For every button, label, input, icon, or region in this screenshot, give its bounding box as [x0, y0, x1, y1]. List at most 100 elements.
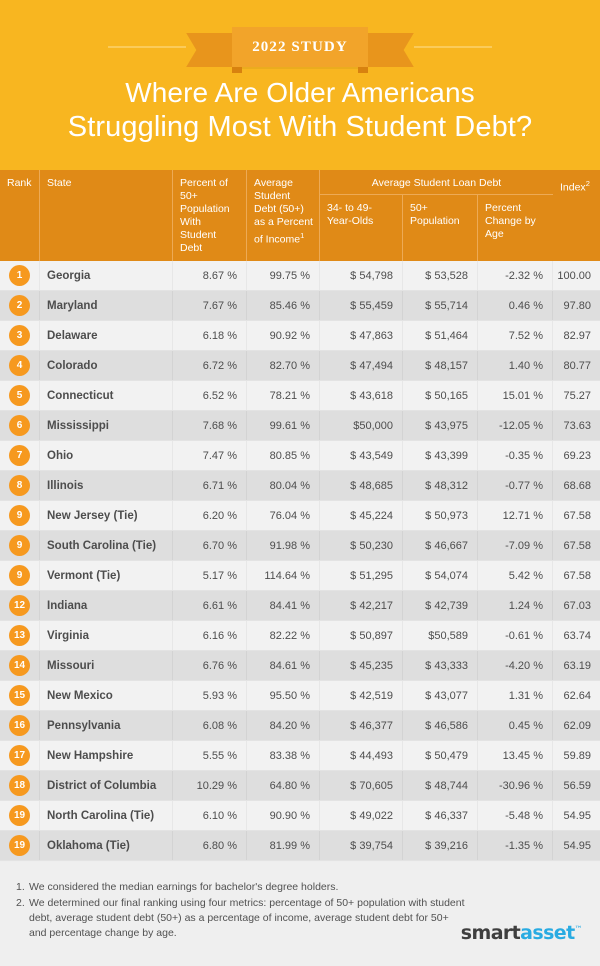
- cell-rank: 4: [0, 351, 40, 380]
- table-row: 9 South Carolina (Tie) 6.70 % 91.98 % $ 50,2…: [0, 531, 600, 561]
- table-row: 18 District of Columbia 10.29 % 64.80 % $ 70…: [0, 771, 600, 801]
- ribbon-label: 2022 STUDY: [232, 27, 368, 73]
- cell-percent-population: 6.71 %: [173, 471, 247, 500]
- cell-state: Indiana: [40, 591, 173, 620]
- column-group-average-student-loan-debt: Average Student Loan Debt 34- to 49-Year…: [320, 170, 553, 261]
- cell-debt-50-plus: $ 48,744: [403, 771, 478, 800]
- cell-state: Delaware: [40, 321, 173, 350]
- cell-percent-change: 1.40 %: [478, 351, 553, 380]
- cell-percent-population: 6.72 %: [173, 351, 247, 380]
- table-row: 4 Colorado 6.72 % 82.70 % $ 47,494 $ 48,157 1.…: [0, 351, 600, 381]
- cell-debt-percent-income: 84.61 %: [247, 651, 320, 680]
- table-row: 17 New Hampshire 5.55 % 83.38 % $ 44,493 $ 50…: [0, 741, 600, 771]
- cell-debt-34-49: $ 55,459: [320, 291, 403, 320]
- cell-rank: 19: [0, 801, 40, 830]
- rank-badge: 19: [9, 835, 30, 856]
- cell-percent-population: 6.61 %: [173, 591, 247, 620]
- rank-badge: 14: [9, 655, 30, 676]
- ribbon-tail-left: [186, 33, 233, 67]
- cell-debt-percent-income: 84.20 %: [247, 711, 320, 740]
- cell-debt-34-49: $ 54,798: [320, 261, 403, 290]
- cell-debt-percent-income: 95.50 %: [247, 681, 320, 710]
- cell-percent-change: -5.48 %: [478, 801, 553, 830]
- cell-debt-34-49: $ 45,224: [320, 501, 403, 530]
- cell-rank: 17: [0, 741, 40, 770]
- footnote-2: 2. We determined our final ranking using…: [16, 896, 466, 941]
- cell-rank: 3: [0, 321, 40, 350]
- cell-percent-population: 6.70 %: [173, 531, 247, 560]
- cell-debt-34-49: $ 43,618: [320, 381, 403, 410]
- cell-debt-34-49: $50,000: [320, 411, 403, 440]
- cell-debt-34-49: $ 42,217: [320, 591, 403, 620]
- cell-debt-34-49: $ 50,897: [320, 621, 403, 650]
- cell-percent-population: 6.76 %: [173, 651, 247, 680]
- smartasset-logo: smartasset™: [461, 922, 583, 944]
- cell-debt-percent-income: 82.70 %: [247, 351, 320, 380]
- column-header-50-plus: 50+ Population: [403, 195, 478, 261]
- cell-debt-34-49: $ 42,519: [320, 681, 403, 710]
- cell-percent-change: 15.01 %: [478, 381, 553, 410]
- cell-index: 54.95: [563, 809, 591, 822]
- cell-percent-change: -0.61 %: [478, 621, 553, 650]
- column-header-percent-population: Percent of 50+ Population With Student D…: [173, 170, 247, 261]
- cell-percent-population: 6.08 %: [173, 711, 247, 740]
- cell-index: 56.59: [563, 779, 591, 792]
- table-row: 5 Connecticut 6.52 % 78.21 % $ 43,618 $ 50,16…: [0, 381, 600, 411]
- cell-debt-percent-income: 91.98 %: [247, 531, 320, 560]
- cell-index: 62.09: [563, 719, 591, 732]
- cell-debt-34-49: $ 50,230: [320, 531, 403, 560]
- footnotes: 1. We considered the median earnings for…: [16, 880, 466, 942]
- rank-badge: 15: [9, 685, 30, 706]
- cell-debt-50-plus: $ 43,975: [403, 411, 478, 440]
- table-row: 9 Vermont (Tie) 5.17 % 114.64 % $ 51,295 $ 54…: [0, 561, 600, 591]
- cell-rank: 8: [0, 471, 40, 500]
- rank-badge: 17: [9, 745, 30, 766]
- cell-percent-population: 5.55 %: [173, 741, 247, 770]
- cell-debt-34-49: $ 45,235: [320, 651, 403, 680]
- rank-badge: 19: [9, 805, 30, 826]
- cell-rank: 12: [0, 591, 40, 620]
- cell-percent-change: 0.46 %: [478, 291, 553, 320]
- cell-rank: 9: [0, 531, 40, 560]
- cell-rank: 13: [0, 621, 40, 650]
- cell-percent-change: -4.20 %: [478, 651, 553, 680]
- table-row: 13 Virginia 6.16 % 82.22 % $ 50,897 $50,589 -0…: [0, 621, 600, 651]
- cell-index: 75.27: [563, 389, 591, 402]
- rank-badge: 1: [9, 265, 30, 286]
- column-header-debt-percent-income: Average Student Debt (50+) as a Percent …: [247, 170, 320, 261]
- cell-debt-34-49: $ 70,605: [320, 771, 403, 800]
- cell-index: 97.80: [563, 299, 591, 312]
- table-row: 16 Pennsylvania 6.08 % 84.20 % $ 46,377 $ 46,…: [0, 711, 600, 741]
- cell-percent-change: 5.42 %: [478, 561, 553, 590]
- table-row: 15 New Mexico 5.93 % 95.50 % $ 42,519 $ 43,07…: [0, 681, 600, 711]
- cell-rank: 9: [0, 561, 40, 590]
- column-header-34-to-49: 34- to 49-Year-Olds: [320, 195, 403, 261]
- cell-debt-34-49: $ 47,494: [320, 351, 403, 380]
- table-row: 3 Delaware 6.18 % 90.92 % $ 47,863 $ 51,464 7.…: [0, 321, 600, 351]
- cell-index: 67.58: [563, 569, 591, 582]
- cell-rank: 7: [0, 441, 40, 470]
- column-header-percent-change: Percent Change by Age: [485, 202, 536, 240]
- table-row: 9 New Jersey (Tie) 6.20 % 76.04 % $ 45,224 $ …: [0, 501, 600, 531]
- cell-debt-50-plus: $ 50,973: [403, 501, 478, 530]
- table-row: 19 North Carolina (Tie) 6.10 % 90.90 % $ 49,…: [0, 801, 600, 831]
- cell-debt-50-plus: $50,589: [403, 621, 478, 650]
- cell-percent-population: 6.18 %: [173, 321, 247, 350]
- rank-badge: 9: [9, 505, 30, 526]
- cell-state: Missouri: [40, 651, 173, 680]
- cell-debt-percent-income: 64.80 %: [247, 771, 320, 800]
- cell-state: Virginia: [40, 621, 173, 650]
- cell-state: Georgia: [40, 261, 173, 290]
- column-header-rank: Rank: [0, 170, 40, 261]
- cell-percent-change: 12.71 %: [478, 501, 553, 530]
- ranking-table: Rank State Percent of 50+ Population Wit…: [0, 170, 600, 861]
- rank-badge: 13: [9, 625, 30, 646]
- cell-debt-percent-income: 85.46 %: [247, 291, 320, 320]
- rank-badge: 8: [9, 475, 30, 496]
- cell-percent-change: -2.32 %: [478, 261, 553, 290]
- cell-debt-50-plus: $ 43,399: [403, 441, 478, 470]
- cell-state: South Carolina (Tie): [40, 531, 173, 560]
- cell-debt-34-49: $ 48,685: [320, 471, 403, 500]
- cell-percent-change: -0.35 %: [478, 441, 553, 470]
- cell-rank: 18: [0, 771, 40, 800]
